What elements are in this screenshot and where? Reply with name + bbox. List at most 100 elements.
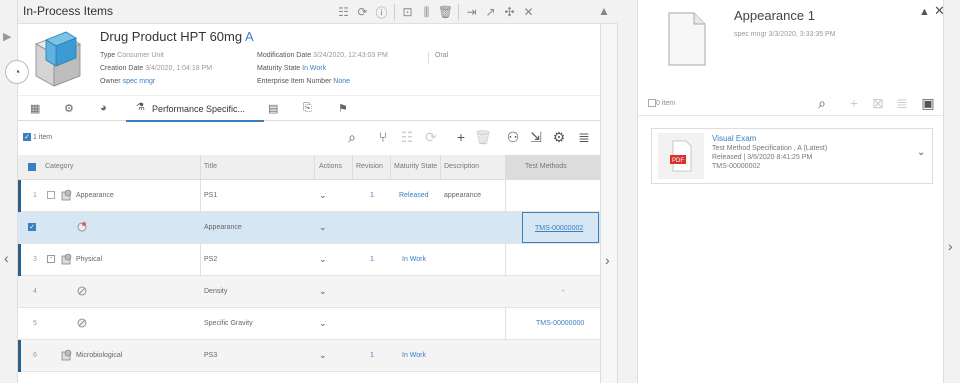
table-row[interactable]: 6 Microbiological PS3 ⌄ 1 In Work <box>18 340 600 372</box>
chevron-down-icon[interactable]: ⌄ <box>917 147 925 158</box>
row-level-bar <box>18 244 21 276</box>
card-id: TMS-00000002 <box>712 163 761 170</box>
header-revision[interactable]: Revision <box>356 163 383 170</box>
panel-splitter[interactable]: › <box>600 24 618 383</box>
export-icon[interactable]: ⇲ <box>525 127 547 147</box>
item-checkbox[interactable] <box>648 99 656 107</box>
actions-chevron-icon[interactable]: ⌄ <box>319 350 327 361</box>
header-test-methods[interactable]: Test Methods <box>525 163 567 170</box>
toolbar-divider <box>394 4 395 20</box>
list-settings-icon[interactable]: ≣ <box>573 127 595 147</box>
play-icon[interactable]: ▶ <box>3 30 11 43</box>
add-icon[interactable]: + <box>450 127 472 147</box>
maturity-label: Maturity State <box>257 65 301 72</box>
row-category: Appearance <box>76 192 114 199</box>
table-row-selected[interactable]: ✓ 2 Appearance ⌄ TMS-00000002 <box>18 212 600 244</box>
expand-icon[interactable]: ✣ <box>500 3 519 21</box>
row-checkbox[interactable] <box>47 191 55 199</box>
close-icon[interactable]: ✕ <box>519 3 538 21</box>
row-test-method-link[interactable]: TMS-00000002 <box>535 225 583 232</box>
row-maturity: In Work <box>402 352 426 359</box>
specification-table: Category Title Actions Revision Maturity… <box>18 155 600 372</box>
actions-chevron-icon[interactable]: ⌄ <box>319 190 327 201</box>
delete-icon[interactable]: 🗑 <box>436 3 455 21</box>
panel-gap <box>618 0 638 383</box>
collapse-up-icon[interactable]: ▲ <box>919 6 930 18</box>
collapse-up-icon[interactable]: ▲ <box>598 4 610 18</box>
owner-field: Owner spec mngr <box>100 78 155 85</box>
tab-tag-icon[interactable]: ⚑ <box>338 102 348 115</box>
binoculars-icon[interactable]: ⚇ <box>502 127 524 147</box>
cell-divider <box>505 308 506 340</box>
row-title: Specific Gravity <box>204 320 253 327</box>
properties-icon[interactable]: ☷ <box>334 3 353 21</box>
row-title: PS3 <box>204 352 218 359</box>
enterprise-item-value[interactable]: None <box>333 78 350 85</box>
select-all-checkbox[interactable]: ✓ <box>23 133 31 141</box>
actions-chevron-icon[interactable]: ⌄ <box>319 254 327 265</box>
test-method-card[interactable]: PDF Visual Exam Test Method Specificatio… <box>651 128 933 184</box>
share-icon[interactable]: ↗ <box>481 3 500 21</box>
tab-document-icon[interactable]: ⎘ <box>303 102 312 115</box>
table-row[interactable]: 4 Density ⌄ + <box>18 276 600 308</box>
add-icon: + <box>849 95 859 111</box>
refresh-icon[interactable]: ⟳ <box>353 3 372 21</box>
view-toggle-icon[interactable]: ▣ <box>918 93 938 113</box>
trash-icon: 🗑 <box>474 129 492 145</box>
card-name-link[interactable]: Visual Exam <box>712 134 756 143</box>
settings-icon[interactable]: ⚙ <box>548 127 570 147</box>
search-icon[interactable]: ⌕ <box>341 127 363 147</box>
tab-performance-label: Performance Specific... <box>152 104 246 114</box>
table-row[interactable]: 5 Specific Gravity ⌄ TMS-00000000 <box>18 308 600 340</box>
tab-grid-icon[interactable]: ▦ <box>30 102 40 115</box>
tab-bar: ▦ ⚙ ◕ ⚗ Performance Specific... ▤ ⎘ ⚑ <box>18 95 600 122</box>
header-checkbox[interactable] <box>28 163 36 171</box>
cell-divider <box>505 244 506 276</box>
search-icon[interactable]: ⌕ <box>812 93 832 113</box>
header-category[interactable]: Category <box>45 163 73 170</box>
object-revision[interactable]: A <box>245 29 254 44</box>
row-revision[interactable]: 1 <box>370 352 374 359</box>
info-icon[interactable]: ⓘ <box>372 3 391 21</box>
tab-settings-icon[interactable]: ⚙ <box>64 102 74 115</box>
owner-link[interactable]: spec mngr <box>123 78 156 85</box>
tab-table-icon[interactable]: ▤ <box>268 102 278 115</box>
header-description[interactable]: Description <box>444 163 479 170</box>
actions-chevron-icon[interactable]: ⌄ <box>319 286 327 297</box>
lock-icon[interactable]: ⊡ <box>398 3 417 21</box>
collapse-icon[interactable]: - <box>47 255 55 263</box>
table-row[interactable]: 1 Appearance PS1 ⌄ 1 Released appearance <box>18 180 600 212</box>
test-icon <box>77 318 87 328</box>
card-type: Test Method Specification , A (Latest) <box>712 145 828 152</box>
chevron-right-icon[interactable]: › <box>605 252 610 268</box>
header-title[interactable]: Title <box>204 163 217 170</box>
maturity-field: Maturity State In Work <box>257 65 326 72</box>
chevron-right-icon[interactable]: › <box>948 238 953 254</box>
item-count-label: 0 item <box>656 99 676 107</box>
row-test-method-link[interactable]: TMS-00000000 <box>536 320 584 327</box>
row-number: 2 <box>33 224 37 231</box>
table-header: Category Title Actions Revision Maturity… <box>18 155 600 180</box>
chevron-left-icon[interactable]: ‹ <box>4 250 9 266</box>
row-revision[interactable]: 1 <box>370 256 374 263</box>
sync-icon: ⟳ <box>425 129 437 145</box>
compass-icon[interactable]: ◔ <box>5 60 29 84</box>
empty-add-icon[interactable]: + <box>561 288 565 295</box>
tab-performance-specification[interactable]: ⚗ Performance Specific... <box>126 96 264 122</box>
compare-icon[interactable]: ⫼ <box>417 3 436 21</box>
import-icon[interactable]: ⇥ <box>462 3 481 21</box>
test-method-cell-focused[interactable]: TMS-00000002 <box>522 212 599 243</box>
tab-chart-icon[interactable]: ◕ <box>100 102 107 114</box>
row-title: PS2 <box>204 256 218 263</box>
actions-chevron-icon[interactable]: ⌄ <box>319 222 327 233</box>
row-revision[interactable]: 1 <box>370 192 374 199</box>
actions-chevron-icon[interactable]: ⌄ <box>319 318 327 329</box>
hierarchy-icon[interactable]: ⑂ <box>372 127 394 147</box>
type-label: Type <box>100 52 116 59</box>
details-meta: spec mngr 3/3/2020, 3:33:35 PM <box>734 31 836 38</box>
header-maturity-state[interactable]: Maturity State <box>394 163 437 170</box>
table-row[interactable]: 3 - Physical PS2 ⌄ 1 In Work <box>18 244 600 276</box>
item-count: 0 item <box>648 99 675 107</box>
creation-value: 3/4/2020, 1:04:18 PM <box>145 65 213 72</box>
header-actions[interactable]: Actions <box>319 163 342 170</box>
